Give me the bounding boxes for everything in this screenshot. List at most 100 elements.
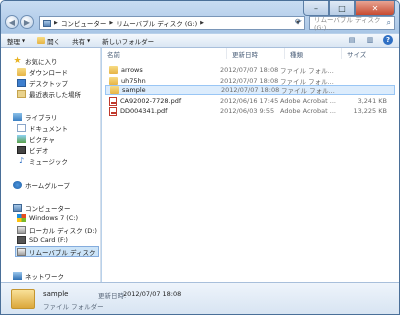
new-folder-button[interactable]: 新しいフォルダー bbox=[102, 36, 154, 46]
nav-downloads[interactable]: ダウンロード bbox=[17, 67, 68, 77]
open-label: 開く bbox=[47, 37, 61, 46]
nav-drive-f[interactable]: SD Card (F:) bbox=[17, 236, 68, 244]
nav-recent[interactable]: 最近表示した場所 bbox=[17, 89, 81, 99]
nav-videos[interactable]: ビデオ bbox=[17, 145, 49, 155]
file-name: DD004341.pdf bbox=[120, 107, 168, 115]
new-folder-label: 新しいフォルダー bbox=[102, 37, 155, 46]
column-size[interactable]: サイズ bbox=[342, 48, 399, 59]
nav-label: Windows 7 (C:) bbox=[29, 214, 79, 222]
local-disk-icon bbox=[17, 226, 26, 234]
share-label: 共有 bbox=[72, 37, 86, 46]
details-name: sample bbox=[43, 290, 69, 298]
nav-computer[interactable]: コンピューター bbox=[13, 203, 71, 213]
nav-drive-c[interactable]: Windows 7 (C:) bbox=[17, 214, 78, 222]
file-type: Adobe Acrobat ... bbox=[280, 107, 336, 115]
breadcrumb-drive-g[interactable]: リムーバブル ディスク (G:) bbox=[116, 18, 197, 28]
nav-homegroup[interactable]: ホームグループ bbox=[13, 180, 70, 190]
address-bar[interactable]: ▶ コンピューター ▶ リムーバブル ディスク (G:) ▶ ▼ bbox=[39, 16, 305, 30]
file-name: CA92002-7728.pdf bbox=[120, 97, 182, 105]
file-date: 2012/07/07 18:08 bbox=[220, 77, 279, 85]
help-icon[interactable]: ? bbox=[383, 35, 393, 45]
file-size: 3,241 KB bbox=[357, 97, 387, 105]
chevron-down-icon: ▼ bbox=[22, 38, 26, 43]
nav-label: ネットワーク bbox=[25, 273, 64, 281]
nav-label: 最近表示した場所 bbox=[29, 91, 81, 99]
file-row[interactable]: DD004341.pdf 2012/06/03 9:55 Adobe Acrob… bbox=[105, 106, 395, 116]
nav-label: ライブラリ bbox=[25, 114, 58, 122]
nav-buttons: ◀ ▶ bbox=[5, 15, 34, 29]
column-date[interactable]: 更新日時 bbox=[227, 48, 285, 59]
nav-label: ホームグループ bbox=[25, 182, 70, 190]
windows-drive-icon bbox=[17, 214, 26, 222]
nav-drive-g[interactable]: リムーバブル ディスク bbox=[15, 246, 99, 257]
nav-label: SD Card (F:) bbox=[29, 236, 68, 244]
library-icon bbox=[13, 113, 22, 121]
downloads-folder-icon bbox=[17, 68, 26, 76]
music-note-icon: ♪ bbox=[18, 156, 25, 165]
toolbar-right: ▤ ▥ ? bbox=[347, 35, 393, 45]
recent-places-icon bbox=[17, 90, 26, 98]
preview-pane-icon[interactable]: ▥ bbox=[365, 35, 375, 45]
forward-arrow-icon: ▶ bbox=[23, 17, 31, 27]
column-name[interactable]: 名前 bbox=[102, 48, 227, 59]
videos-icon bbox=[17, 146, 26, 154]
open-button[interactable]: 開く bbox=[37, 36, 60, 46]
organize-button[interactable]: 整理 ▼ bbox=[7, 36, 25, 46]
pdf-file-icon bbox=[109, 96, 117, 106]
folder-icon bbox=[110, 86, 119, 94]
file-name: uh75hn bbox=[121, 77, 146, 85]
sd-card-icon bbox=[17, 236, 26, 244]
command-bar: 整理 ▼ 開く 共有 ▼ 新しいフォルダー ▤ ▥ ? bbox=[1, 34, 399, 48]
navigation-pane: ★ お気に入り ダウンロード デスクトップ 最近表示した場所 ライブラリ ドキュ… bbox=[1, 48, 101, 282]
nav-documents[interactable]: ドキュメント bbox=[17, 123, 68, 133]
chevron-right-icon: ▶ bbox=[200, 20, 204, 26]
nav-desktop[interactable]: デスクトップ bbox=[17, 78, 68, 88]
nav-label: ピクチャ bbox=[29, 136, 55, 144]
nav-music[interactable]: ♪ ミュージック bbox=[17, 156, 68, 167]
column-headers: 名前 更新日時 種類 サイズ bbox=[102, 48, 399, 59]
share-button[interactable]: 共有 ▼ bbox=[72, 36, 90, 46]
breadcrumb-computer[interactable]: コンピューター bbox=[61, 18, 107, 28]
nav-label: ローカル ディスク (D:) bbox=[29, 227, 97, 235]
pictures-icon bbox=[17, 135, 26, 143]
view-options-icon[interactable]: ▤ bbox=[347, 35, 357, 45]
file-row-selected[interactable]: sample 2012/07/07 18:08 ファイル フォル... bbox=[105, 85, 395, 95]
file-row[interactable]: CA92002-7728.pdf 2012/06/16 17:45 Adobe … bbox=[105, 96, 395, 106]
nav-favorites[interactable]: ★ お気に入り bbox=[13, 56, 57, 67]
removable-disk-icon bbox=[17, 247, 26, 256]
documents-icon bbox=[17, 124, 26, 132]
nav-drive-d[interactable]: ローカル ディスク (D:) bbox=[17, 225, 97, 235]
back-arrow-icon: ◀ bbox=[8, 17, 16, 27]
column-type[interactable]: 種類 bbox=[285, 48, 342, 59]
nav-libraries[interactable]: ライブラリ bbox=[13, 112, 58, 122]
open-folder-icon bbox=[37, 37, 46, 44]
nav-network[interactable]: ネットワーク bbox=[13, 271, 64, 281]
back-button[interactable]: ◀ bbox=[5, 15, 19, 29]
homegroup-icon bbox=[13, 181, 22, 189]
details-pane: sample 更新日時: 2012/07/07 18:08 ファイル フォルダー bbox=[1, 282, 399, 314]
chevron-right-icon: ▶ bbox=[54, 20, 58, 26]
folder-icon bbox=[109, 66, 118, 74]
file-row[interactable]: arrows 2012/07/07 18:08 ファイル フォル... bbox=[105, 65, 395, 75]
nav-label: ミュージック bbox=[29, 158, 68, 166]
file-type: ファイル フォル... bbox=[280, 67, 334, 75]
file-name: arrows bbox=[121, 66, 143, 74]
computer-icon bbox=[13, 204, 22, 212]
nav-label: ビデオ bbox=[29, 147, 49, 155]
nav-label: コンピューター bbox=[25, 205, 71, 213]
refresh-icon[interactable]: ⟳ bbox=[295, 17, 302, 26]
pdf-file-icon bbox=[109, 106, 117, 116]
forward-button[interactable]: ▶ bbox=[20, 15, 34, 29]
nav-label: リムーバブル ディスク bbox=[29, 248, 96, 257]
folder-icon bbox=[109, 77, 118, 85]
title-bar: – □ ✕ ◀ ▶ ▶ コンピューター ▶ リムーバブル ディスク (G:) ▶… bbox=[1, 1, 399, 33]
file-date: 2012/06/16 17:45 bbox=[220, 97, 279, 105]
search-input[interactable]: リムーバブル ディスク (G:)... ⌕ bbox=[309, 16, 395, 32]
nav-label: デスクトップ bbox=[29, 80, 68, 88]
file-type: ファイル フォル... bbox=[281, 87, 335, 95]
nav-pictures[interactable]: ピクチャ bbox=[17, 134, 55, 144]
large-folder-icon bbox=[11, 289, 35, 309]
computer-small-icon bbox=[43, 19, 51, 27]
nav-label: ダウンロード bbox=[29, 69, 68, 77]
file-name: sample bbox=[122, 86, 146, 94]
